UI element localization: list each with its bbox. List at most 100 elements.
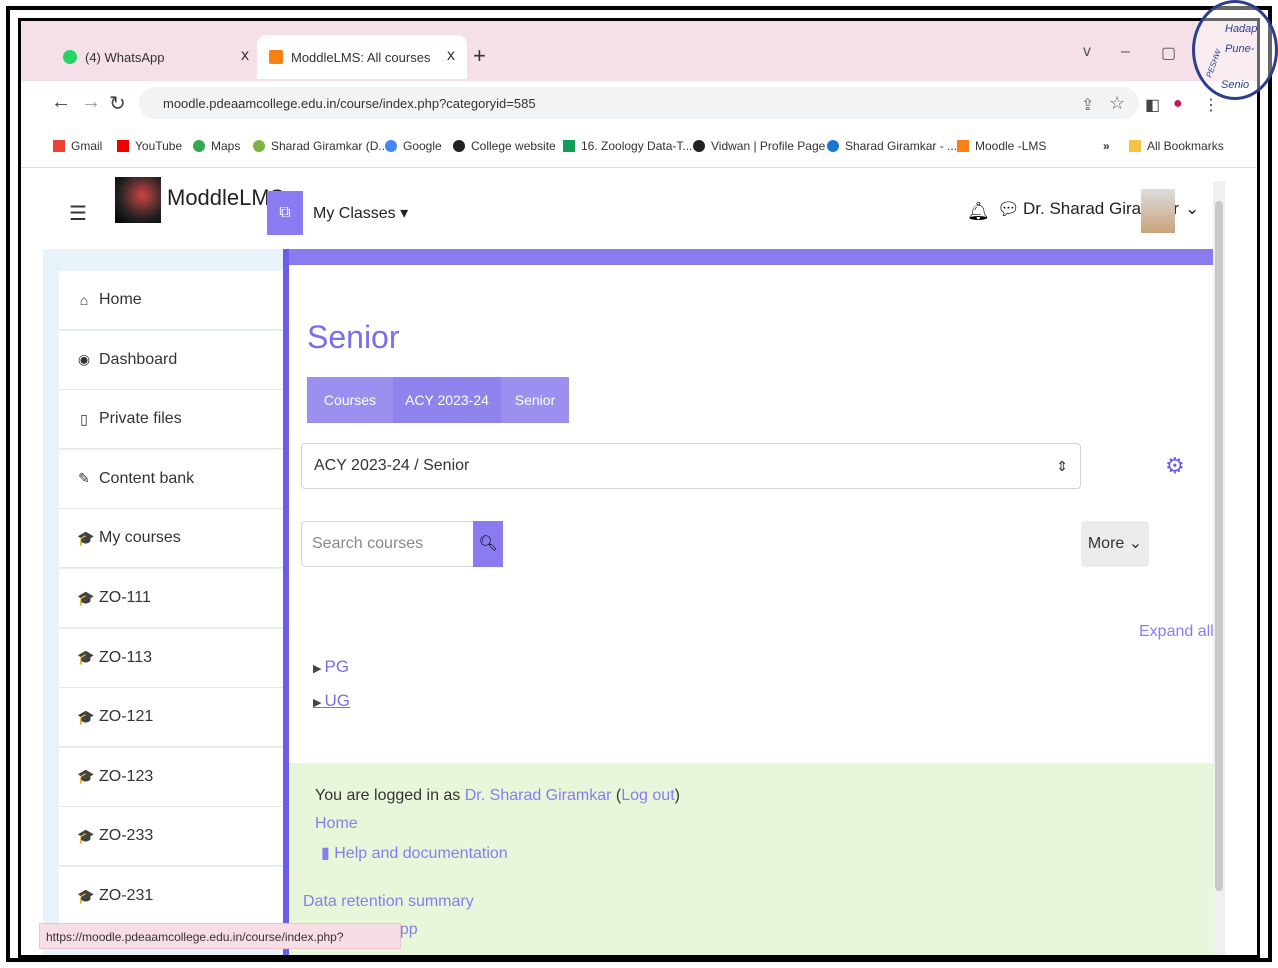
- category-select[interactable]: ACY 2023-24 / Senior ⇕: [301, 443, 1081, 489]
- more-button[interactable]: More ⌄: [1081, 521, 1149, 567]
- home-link[interactable]: Home: [315, 815, 358, 833]
- tab-label: (4) WhatsApp: [85, 49, 165, 65]
- profile-icon: [253, 140, 265, 152]
- bookmark-profile[interactable]: Sharad Giramkar (D...: [253, 139, 388, 153]
- bell-icon[interactable]: 🔔︎: [967, 201, 990, 222]
- moodle-icon: [957, 140, 969, 152]
- college-stamp: Hadap Pune- Senio PESHW: [1192, 0, 1278, 100]
- gear-icon[interactable]: ⚙: [1165, 453, 1185, 479]
- forward-icon[interactable]: →: [81, 91, 101, 114]
- sidebar-item-zo-231[interactable]: 🎓 ZO-231: [59, 867, 283, 926]
- graduation-cap-icon: 🎓: [77, 708, 95, 725]
- sidebar-item-zo-123[interactable]: 🎓 ZO-123: [59, 747, 283, 807]
- tab-label: ModdleLMS: All courses: [291, 49, 431, 65]
- data-retention-link[interactable]: Data retention summary: [303, 893, 474, 911]
- sidebar-item-private-files[interactable]: ▯ Private files: [59, 390, 283, 450]
- user-menu-caret[interactable]: ⌄: [1185, 199, 1199, 219]
- bookmark-maps[interactable]: Maps: [193, 139, 240, 153]
- whatsapp-icon: [63, 50, 77, 64]
- sidebar-item-label: ZO-113: [99, 648, 153, 666]
- page-title: Senior: [307, 319, 400, 355]
- reload-icon[interactable]: ↻: [109, 91, 126, 116]
- bookmark-sharad[interactable]: Sharad Giramkar - ...: [827, 139, 957, 153]
- breadcrumb-senior[interactable]: Senior: [501, 377, 569, 423]
- new-tab-button[interactable]: +: [473, 43, 486, 69]
- sidebar-item-label: My courses: [99, 529, 181, 547]
- bookmark-vidwan[interactable]: Vidwan | Profile Page: [693, 139, 825, 153]
- bookmark-zoology[interactable]: 16. Zoology Data-T...: [563, 139, 692, 153]
- globe-icon: [693, 140, 705, 152]
- back-icon[interactable]: ←: [51, 91, 71, 114]
- sidebar-item-label: Home: [99, 291, 142, 308]
- dashboard-icon: ◉: [77, 351, 91, 368]
- sidebar-item-label: Dashboard: [99, 350, 178, 368]
- screenshot-frame: (4) WhatsApp x ModdleLMS: All courses x …: [0, 0, 1278, 968]
- help-link[interactable]: ▮ Help and documentation: [321, 843, 508, 863]
- profile-icon[interactable]: ●: [1173, 95, 1183, 113]
- breadcrumb-courses[interactable]: Courses: [307, 377, 393, 423]
- chat-icon[interactable]: 💬︎: [997, 199, 1020, 220]
- my-classes-menu[interactable]: My Classes ▾: [313, 203, 408, 223]
- sidebar-item-my-courses[interactable]: 🎓 My courses: [59, 509, 283, 569]
- bookmark-google[interactable]: Google: [385, 139, 442, 153]
- tab-search-button[interactable]: v: [1083, 43, 1091, 61]
- bookmark-moodle[interactable]: Moodle -LMS: [957, 139, 1046, 153]
- graduation-cap-icon: 🎓: [77, 529, 95, 546]
- sidebar-item-home[interactable]: ⌂ Home: [59, 271, 283, 330]
- sidebar-item-zo-113[interactable]: 🎓 ZO-113: [59, 628, 283, 688]
- bookmark-gmail[interactable]: Gmail: [53, 139, 102, 153]
- caret-right-icon: ▶: [313, 697, 325, 709]
- google-icon: [385, 140, 397, 152]
- graduation-cap-icon: 🎓: [77, 827, 95, 844]
- logo-image[interactable]: [115, 177, 161, 223]
- sidebar-item-label: ZO-121: [99, 708, 154, 726]
- bookmark-college[interactable]: College website: [453, 139, 556, 153]
- search-input[interactable]: Search courses: [301, 521, 473, 567]
- graduation-cap-icon: 🎓: [77, 887, 95, 904]
- pencil-icon: ✎: [78, 470, 90, 487]
- sidebar-item-zo-233[interactable]: 🎓 ZO-233: [59, 807, 283, 867]
- tab-whatsapp[interactable]: (4) WhatsApp x: [51, 35, 261, 79]
- sidebar-item-dashboard[interactable]: ◉ Dashboard: [59, 330, 283, 390]
- close-icon[interactable]: x: [447, 47, 455, 65]
- caret-right-icon: ▶: [313, 663, 325, 675]
- pin-icon: [827, 140, 839, 152]
- sidebar-item-label: ZO-123: [99, 767, 154, 785]
- all-bookmarks[interactable]: All Bookmarks: [1129, 139, 1224, 153]
- tab-moodle[interactable]: ModdleLMS: All courses x: [257, 35, 467, 79]
- sitemap-icon[interactable]: ⧉: [267, 191, 303, 235]
- bookmark-youtube[interactable]: YouTube: [117, 139, 182, 153]
- status-bar-url: https://moodle.pdeaamcollege.edu.in/cour…: [39, 923, 401, 949]
- breadcrumb-acy[interactable]: ACY 2023-24: [393, 377, 501, 423]
- youtube-icon: [117, 140, 129, 152]
- star-icon[interactable]: ☆: [1109, 93, 1125, 114]
- minimize-button[interactable]: –: [1121, 43, 1130, 61]
- scroll-thumb[interactable]: [1215, 201, 1223, 891]
- sidebar-item-zo-111[interactable]: 🎓 ZO-111: [59, 569, 283, 628]
- expand-all-link[interactable]: Expand all: [1139, 623, 1214, 641]
- sidebar-item-label: ZO-233: [99, 827, 154, 845]
- menu-icon[interactable]: ⋮: [1203, 95, 1219, 115]
- search-icon[interactable]: 🔍︎: [473, 521, 503, 567]
- url-text[interactable]: moodle.pdeaamcollege.edu.in/course/index…: [163, 96, 536, 111]
- globe-icon: [453, 140, 465, 152]
- browser-window: (4) WhatsApp x ModdleLMS: All courses x …: [18, 18, 1260, 958]
- user-profile-link[interactable]: Dr. Sharad Giramkar: [465, 787, 612, 804]
- graduation-cap-icon: 🎓: [77, 649, 95, 666]
- logout-link[interactable]: Log out: [621, 787, 674, 804]
- sidebar-item-content-bank[interactable]: ✎ Content bank: [59, 449, 283, 509]
- sidebar-item-zo-121[interactable]: 🎓 ZO-121: [59, 688, 283, 748]
- maps-icon: [193, 140, 205, 152]
- login-info: You are logged in as Dr. Sharad Giramkar…: [315, 787, 680, 804]
- hamburger-icon[interactable]: ☰: [69, 201, 87, 226]
- share-icon[interactable]: ⇪: [1081, 95, 1094, 115]
- restore-button[interactable]: ▢: [1161, 43, 1176, 63]
- avatar[interactable]: [1141, 189, 1175, 233]
- home-icon: ⌂: [79, 292, 89, 308]
- category-pg[interactable]: ▶ PG: [313, 657, 349, 677]
- category-ug[interactable]: ▶ UG: [313, 691, 350, 711]
- close-icon[interactable]: x: [241, 47, 249, 65]
- sidepanel-icon[interactable]: ◧: [1145, 95, 1160, 115]
- bookmarks-overflow-button[interactable]: »: [1103, 139, 1110, 153]
- file-icon: ▯: [80, 410, 88, 427]
